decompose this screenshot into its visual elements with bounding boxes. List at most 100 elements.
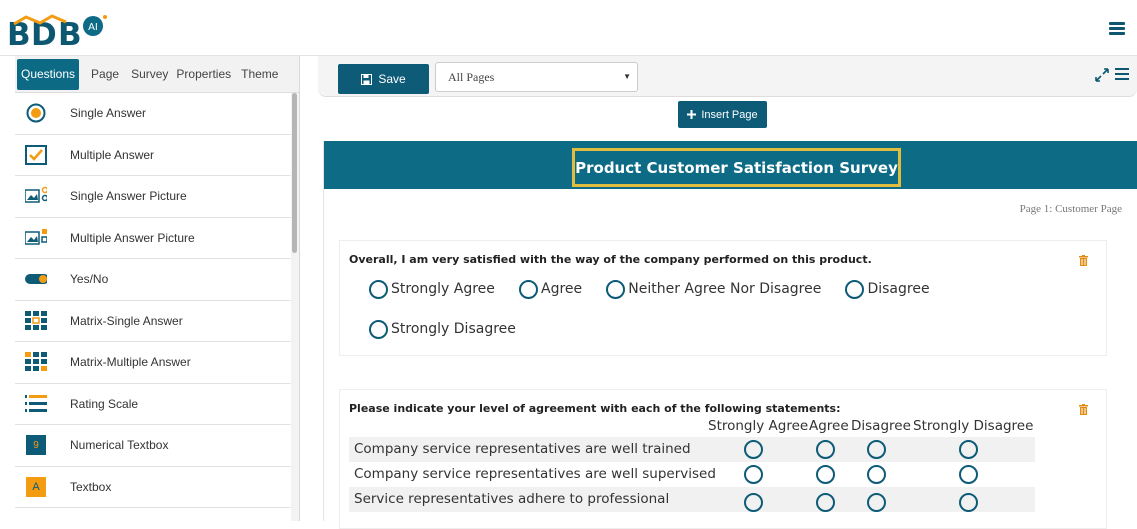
- main-menu-icon[interactable]: [1109, 22, 1125, 36]
- row-label: Company service representatives are well…: [354, 466, 716, 482]
- question-text: Please indicate your level of agreement …: [349, 402, 841, 415]
- option-label: Strongly Agree: [391, 281, 495, 297]
- tab-properties[interactable]: Properties: [172, 59, 235, 90]
- question-type-rating-scale[interactable]: Rating Scale: [15, 384, 293, 425]
- radio-button[interactable]: [845, 279, 865, 299]
- option-label: Neither Agree Nor Disagree: [628, 281, 822, 297]
- question-text: Overall, I am very satisfied with the wa…: [349, 253, 872, 266]
- radio-button[interactable]: [959, 493, 978, 512]
- question-type-label: Yes/No: [70, 272, 109, 287]
- radio-button[interactable]: [744, 493, 763, 512]
- insert-page-button[interactable]: Insert Page: [678, 101, 767, 128]
- toolbar-menu-icon[interactable]: [1115, 68, 1129, 83]
- svg-text:B: B: [58, 17, 82, 49]
- question-type-list: Single Answer Multiple Answer Single Ans…: [15, 93, 293, 508]
- matrix-row: Company service representatives are well…: [349, 462, 1035, 487]
- trash-icon[interactable]: [1079, 404, 1088, 415]
- yes-no-toggle-icon: [25, 268, 47, 290]
- save-button[interactable]: Save: [338, 64, 429, 94]
- radio-button[interactable]: [867, 465, 886, 484]
- single-answer-picture-icon: [25, 185, 47, 207]
- question-type-label: Textbox: [70, 479, 112, 494]
- question-type-matrix-single[interactable]: Matrix-Single Answer: [15, 301, 293, 342]
- radio-button[interactable]: [744, 440, 763, 459]
- question-type-multiple-answer[interactable]: Multiple Answer: [15, 135, 293, 176]
- survey-title[interactable]: Product Customer Satisfaction Survey: [572, 148, 901, 187]
- bdb-logo[interactable]: B D B AI: [6, 9, 116, 53]
- question-type-label: Single Answer: [70, 106, 147, 121]
- save-label: Save: [378, 72, 406, 86]
- radio-button[interactable]: [744, 465, 763, 484]
- option-neither[interactable]: Neither Agree Nor Disagree: [606, 279, 821, 299]
- matrix-row: Service representatives adhere to profes…: [349, 487, 1035, 512]
- matrix-row: Company service representatives are well…: [349, 437, 1035, 462]
- survey-canvas: Product Customer Satisfaction Survey Pag…: [323, 141, 1137, 529]
- question-type-yes-no[interactable]: Yes/No: [15, 259, 293, 301]
- tab-questions[interactable]: Questions: [17, 58, 80, 90]
- radio-button[interactable]: [606, 279, 626, 299]
- tab-page[interactable]: Page: [83, 59, 127, 90]
- survey-header: Product Customer Satisfaction Survey: [324, 141, 1137, 189]
- option-disagree[interactable]: Disagree: [845, 279, 930, 299]
- palette-scroll-thumb[interactable]: [292, 93, 297, 253]
- question-type-numerical-textbox[interactable]: 9 Numerical Textbox: [15, 425, 293, 467]
- logo-badge: AI: [88, 22, 98, 33]
- option-strongly-agree[interactable]: Strongly Agree: [369, 279, 495, 299]
- question-card-1[interactable]: Overall, I am very satisfied with the wa…: [339, 240, 1107, 356]
- palette-scrollbar[interactable]: [291, 93, 299, 521]
- rating-scale-icon: [25, 393, 47, 415]
- option-agree[interactable]: Agree: [519, 279, 582, 299]
- row-label: Service representatives adhere to profes…: [354, 491, 670, 507]
- column-header: Disagree: [851, 418, 911, 434]
- question-type-label: Multiple Answer: [70, 147, 155, 162]
- option-label: Disagree: [867, 281, 930, 297]
- radio-button[interactable]: [816, 493, 835, 512]
- single-answer-icon: [25, 102, 47, 124]
- question-type-multiple-answer-picture[interactable]: Multiple Answer Picture: [15, 218, 293, 259]
- insert-page-label: Insert Page: [701, 108, 758, 121]
- radio-button[interactable]: [816, 465, 835, 484]
- option-strongly-disagree[interactable]: Strongly Disagree: [369, 319, 516, 339]
- radio-button[interactable]: [369, 319, 388, 339]
- radio-button[interactable]: [816, 440, 835, 459]
- page-label: Page 1: Customer Page: [1019, 203, 1122, 215]
- question-card-2[interactable]: Please indicate your level of agreement …: [339, 389, 1107, 529]
- page-select-dropdown[interactable]: All Pages ▼: [435, 62, 638, 92]
- radio-button[interactable]: [369, 279, 388, 299]
- page-select-value: All Pages: [448, 70, 495, 84]
- radio-button[interactable]: [959, 440, 978, 459]
- question-type-label: Rating Scale: [70, 396, 139, 411]
- tab-survey[interactable]: Survey: [127, 59, 172, 90]
- matrix-multiple-icon: [25, 351, 47, 373]
- textbox-icon: A: [25, 476, 47, 498]
- option-label: Agree: [541, 281, 583, 297]
- floppy-disk-icon: [361, 73, 373, 85]
- question-type-matrix-multiple[interactable]: Matrix-Multiple Answer: [15, 342, 293, 384]
- multiple-answer-icon: [25, 144, 47, 166]
- top-bar: B D B AI: [0, 0, 1137, 56]
- column-header: Agree: [809, 418, 849, 434]
- question-type-label: Single Answer Picture: [70, 189, 187, 204]
- radio-button[interactable]: [519, 279, 539, 299]
- plus-icon: [687, 110, 697, 119]
- answer-options: Strongly Agree Agree Neither Agree Nor D…: [369, 279, 989, 359]
- option-label: Strongly Disagree: [391, 321, 516, 337]
- matrix-grid: Strongly Agree Agree Disagree Strongly D…: [349, 418, 1035, 512]
- matrix-header: Strongly Agree Agree Disagree Strongly D…: [349, 418, 1035, 437]
- question-type-label: Matrix-Single Answer: [70, 313, 183, 328]
- question-type-single-answer-picture[interactable]: Single Answer Picture: [15, 176, 293, 218]
- radio-button[interactable]: [867, 440, 886, 459]
- question-type-textbox[interactable]: A Textbox: [15, 467, 293, 508]
- question-type-single-answer[interactable]: Single Answer: [15, 93, 293, 135]
- radio-button[interactable]: [959, 465, 978, 484]
- expand-icon[interactable]: [1095, 67, 1109, 82]
- column-header: Strongly Agree: [708, 418, 809, 434]
- caret-down-icon: ▼: [623, 72, 631, 81]
- column-header: Strongly Disagree: [913, 418, 1034, 434]
- trash-icon[interactable]: [1079, 255, 1088, 266]
- palette-tabs: Questions Page Survey Properties Theme: [15, 56, 299, 93]
- radio-button[interactable]: [867, 493, 886, 512]
- tab-theme[interactable]: Theme: [235, 59, 284, 90]
- numerical-textbox-icon: 9: [25, 434, 47, 456]
- editor-toolbar: Save All Pages ▼: [318, 56, 1137, 97]
